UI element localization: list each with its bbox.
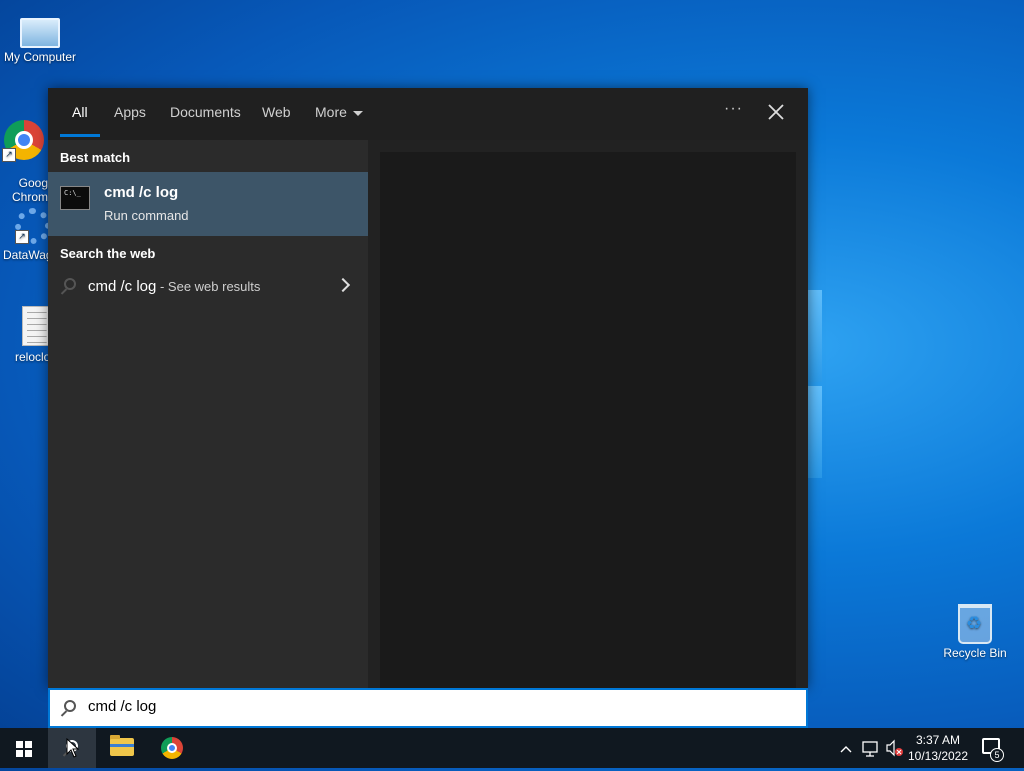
start-button[interactable] (0, 728, 48, 768)
desktop-icon-chrome[interactable]: ↗ Goog Chrom (0, 106, 48, 218)
results-list: Best match C:\_ cmd /c log Run command S… (48, 140, 368, 688)
tab-web[interactable]: Web (262, 104, 291, 136)
wallpaper-light-beam (808, 386, 822, 478)
gear-icon: ↗ (15, 208, 51, 244)
chrome-icon: ↗ (2, 120, 44, 162)
ellipsis-icon[interactable]: ··· (724, 100, 743, 118)
volume-muted-icon[interactable] (884, 728, 904, 768)
chevron-right-icon[interactable] (335, 277, 351, 293)
desktop-icon-reloclo[interactable]: reloclo (0, 306, 52, 364)
clock-date: 10/13/2022 (907, 749, 969, 763)
clock-time: 3:37 AM (915, 733, 961, 747)
tab-all[interactable]: All (72, 104, 88, 136)
notification-count-badge: 5 (990, 748, 1004, 762)
recycle-bin-icon (958, 604, 992, 644)
system-clock[interactable]: 3:37 AM 10/13/2022 (906, 732, 970, 764)
best-match-title: cmd /c log (104, 184, 179, 201)
search-icon (64, 278, 76, 290)
preview-pane (368, 140, 808, 688)
tab-more[interactable]: More (315, 104, 363, 136)
search-input[interactable] (88, 698, 768, 715)
desktop-icon-label: Goog Chrom (11, 176, 48, 204)
desktop-icon-datawag[interactable]: ↗ DataWag (0, 208, 55, 262)
mouse-cursor-icon (66, 738, 80, 758)
chrome-icon (161, 737, 183, 759)
best-match-subtitle: Run command (104, 208, 189, 223)
search-box[interactable] (48, 688, 808, 728)
desktop-icon-recycle-bin[interactable]: Recycle Bin (933, 604, 1017, 660)
chevron-up-icon[interactable] (838, 728, 854, 768)
shortcut-arrow-icon: ↗ (2, 148, 16, 162)
desktop-icon-label: My Computer (3, 50, 77, 64)
tab-apps[interactable]: Apps (114, 104, 146, 136)
wallpaper-light-beam (808, 290, 822, 382)
web-result-suffix: - See web results (156, 279, 261, 294)
tab-more-label: More (315, 104, 347, 120)
caret-down-icon (352, 110, 363, 116)
search-icon (64, 700, 76, 712)
file-explorer-button[interactable] (98, 728, 146, 768)
windows-logo-icon (16, 741, 32, 757)
network-icon[interactable] (860, 728, 880, 768)
desktop-icon-label: reloclo (15, 350, 51, 364)
best-match-result[interactable]: C:\_ cmd /c log Run command (48, 172, 368, 236)
web-result-text: cmd /c log - See web results (88, 278, 260, 295)
taskbar: 3:37 AM 10/13/2022 5 (0, 728, 1024, 768)
start-search-panel: All Apps Documents Web More ··· Best mat… (48, 88, 808, 688)
search-filter-tabs: All Apps Documents Web More ··· (48, 88, 808, 140)
shortcut-arrow-icon: ↗ (15, 230, 29, 244)
chrome-button[interactable] (148, 728, 196, 768)
folder-icon (110, 735, 134, 756)
web-search-result[interactable]: cmd /c log - See web results (48, 268, 368, 304)
best-match-heading: Best match (60, 150, 131, 165)
tab-documents[interactable]: Documents (170, 104, 241, 136)
desktop-icon-label: Recycle Bin (943, 646, 1007, 660)
search-the-web-heading: Search the web (60, 246, 156, 261)
close-icon[interactable] (764, 100, 788, 124)
computer-icon (20, 18, 60, 48)
desktop-icon-my-computer[interactable]: My Computer (0, 10, 82, 64)
active-tab-indicator (60, 134, 100, 137)
web-result-query: cmd /c log (88, 278, 157, 295)
command-prompt-icon: C:\_ (60, 186, 90, 210)
preview-content (380, 152, 796, 688)
